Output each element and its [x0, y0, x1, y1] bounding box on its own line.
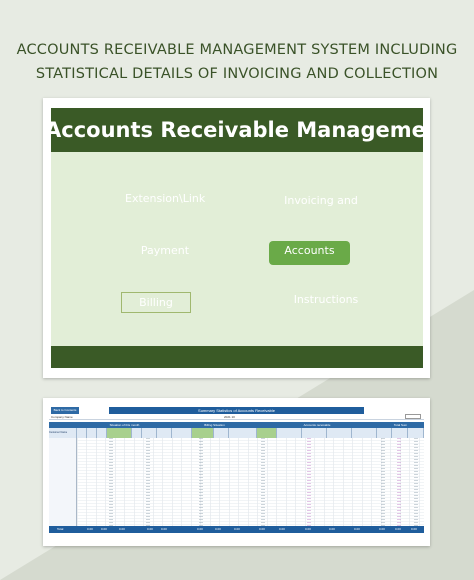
totals-row: Total 0.00 0.00 0.00 0.00 0.00 0.00 0.00…	[49, 526, 424, 533]
column-header	[192, 428, 214, 438]
totals-label: Total	[57, 527, 64, 531]
total-value: 0.00	[259, 527, 265, 531]
total-value: 0.00	[395, 527, 401, 531]
value-column	[199, 438, 203, 526]
menu-item-billing[interactable]: Billing	[121, 292, 191, 313]
column-header	[157, 428, 172, 438]
column-header	[302, 428, 327, 438]
value-column	[307, 438, 311, 526]
value-column	[146, 438, 150, 526]
page-heading: ACCOUNTS RECEIVABLE MANAGEMENT SYSTEM IN…	[0, 38, 474, 86]
total-value: 0.00	[119, 527, 125, 531]
total-value: 0.00	[305, 527, 311, 531]
menu-item-payment[interactable]: Payment	[125, 244, 205, 257]
dashboard-menu-area: Extension\Link Invoicing and Payment Acc…	[51, 152, 423, 346]
spreadsheet-preview-card: Back to Contents Summary Statistics of A…	[43, 398, 430, 546]
column-header-row: Customer Name	[49, 428, 424, 438]
company-name-label: Company Name	[51, 415, 73, 419]
total-value: 0.00	[215, 527, 221, 531]
column-header	[257, 428, 277, 438]
menu-item-extension-link[interactable]: Extension\Link	[125, 192, 205, 205]
column-header	[87, 428, 97, 438]
column-header	[392, 428, 408, 438]
total-value: 0.00	[147, 527, 153, 531]
dashboard-preview-card: Accounts Receivable Management System Ex…	[43, 98, 430, 378]
column-header	[107, 428, 132, 438]
back-to-contents-button[interactable]: Back to Contents	[51, 407, 79, 414]
column-header	[377, 428, 392, 438]
dashboard-title-banner: Accounts Receivable Management System	[51, 108, 423, 152]
sheet-subheader: Company Name 2021 10	[49, 414, 424, 420]
customer-name-header: Customer Name	[49, 428, 77, 438]
data-grid	[49, 438, 424, 526]
total-value: 0.00	[379, 527, 385, 531]
dashboard-footer-bar	[51, 346, 423, 368]
menu-item-accounts-button[interactable]: Accounts	[269, 241, 350, 265]
value-column	[381, 438, 385, 526]
total-value: 0.00	[101, 527, 107, 531]
column-header	[214, 428, 229, 438]
total-value: 0.00	[234, 527, 240, 531]
column-header	[172, 428, 192, 438]
heading-line-1: ACCOUNTS RECEIVABLE MANAGEMENT SYSTEM IN…	[16, 42, 458, 58]
column-header	[97, 428, 107, 438]
customer-name-column	[49, 438, 77, 526]
summary-spreadsheet: Back to Contents Summary Statistics of A…	[49, 405, 424, 538]
sheet-control-box[interactable]	[405, 414, 421, 419]
column-header	[132, 428, 142, 438]
sheet-title: Summary Statistics of Accounts Receivabl…	[109, 407, 364, 414]
period-label: 2021 10	[224, 415, 235, 419]
total-value: 0.00	[354, 527, 360, 531]
menu-item-instructions[interactable]: Instructions	[281, 293, 371, 306]
value-column	[397, 438, 401, 526]
column-header	[277, 428, 302, 438]
value-column	[109, 438, 113, 526]
total-value: 0.00	[161, 527, 167, 531]
heading-line-2: STATISTICAL DETAILS OF INVOICING AND COL…	[35, 66, 439, 82]
column-header	[352, 428, 377, 438]
column-header	[229, 428, 257, 438]
column-header	[77, 428, 87, 438]
total-value: 0.00	[197, 527, 203, 531]
column-header	[408, 428, 424, 438]
total-value: 0.00	[279, 527, 285, 531]
value-column	[261, 438, 265, 526]
menu-item-invoicing[interactable]: Invoicing and	[276, 194, 366, 207]
total-value: 0.00	[411, 527, 417, 531]
value-column	[414, 438, 418, 526]
column-header	[142, 428, 157, 438]
column-header	[327, 428, 352, 438]
total-value: 0.00	[329, 527, 335, 531]
total-value: 0.00	[87, 527, 93, 531]
